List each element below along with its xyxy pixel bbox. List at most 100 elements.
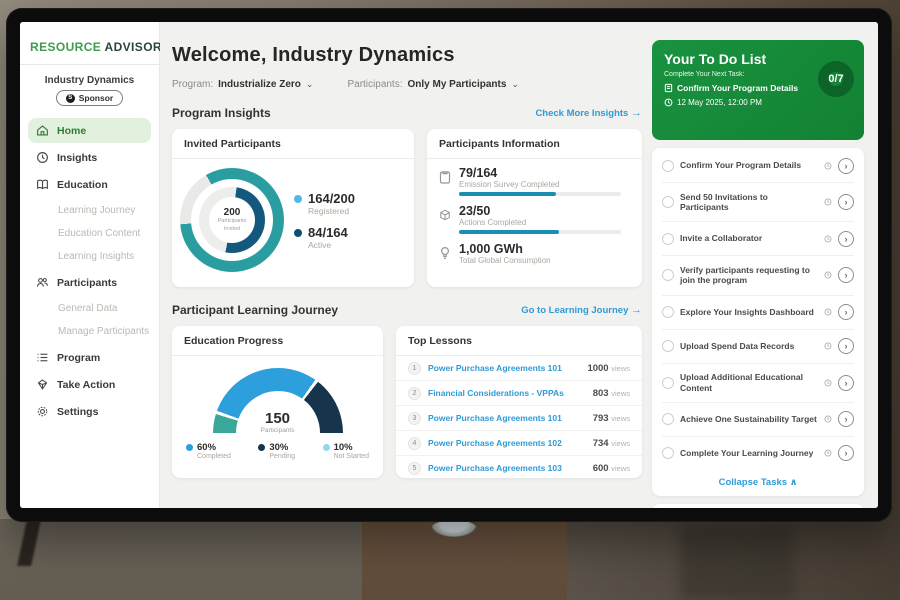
task-open-button[interactable]: › (838, 231, 854, 247)
sidebar-item-participants[interactable]: Participants (28, 270, 151, 295)
sidebar-item-label: Education (57, 179, 108, 191)
gauge-legend: 60%Completed 30%Pending 10%Not Started (172, 434, 383, 460)
settings-icon (36, 405, 49, 418)
task-checkbox[interactable] (662, 377, 674, 389)
page-title: Welcome, Industry Dynamics (172, 44, 642, 67)
dashboard-screen: RESOURCE ADVISOR+ Industry Dynamics S Sp… (20, 22, 878, 508)
todo-summary-card: Your To Do List Complete Your Next Task:… (652, 40, 864, 140)
insights-icon (36, 151, 49, 164)
program-selector[interactable]: Program: Industrialize Zero ⌄ (172, 79, 313, 90)
task-open-button[interactable]: › (838, 375, 854, 391)
stat-actions-completed: 23/50 Actions Completed (439, 204, 630, 234)
lesson-link[interactable]: Power Purchase Agreements 103 (428, 463, 586, 473)
deadline-icon (824, 235, 832, 243)
deadline-icon (824, 198, 832, 206)
rank-badge: 1 (408, 362, 421, 375)
program-label: Program: (172, 79, 213, 90)
check-more-insights-link[interactable]: Check More Insights → (535, 107, 642, 119)
participants-information-card: Participants Information 79/164 Emission… (427, 129, 642, 287)
sidebar-item-education-content[interactable]: Education Content (20, 222, 159, 245)
task-row: Explore Your Insights Dashboard › (662, 296, 854, 330)
task-doc-icon (664, 83, 673, 93)
lesson-link[interactable]: Financial Considerations - VPPAs (428, 388, 586, 398)
task-row: Achieve One Sustainability Target › (662, 403, 854, 437)
lesson-link[interactable]: Power Purchase Agreements 101 (428, 413, 586, 423)
sidebar-item-education[interactable]: Education (28, 172, 151, 197)
take-action-icon (36, 378, 49, 391)
stat-emission-survey: 79/164 Emission Survey Completed (439, 166, 630, 196)
task-open-button[interactable]: › (838, 267, 854, 283)
task-open-button[interactable]: › (838, 411, 854, 427)
task-row: Complete Your Learning Journey › (662, 437, 854, 470)
sidebar-item-program[interactable]: Program (28, 345, 151, 370)
sponsor-badge-label: Sponsor (79, 93, 113, 103)
task-checkbox[interactable] (662, 196, 674, 208)
pending-dot-icon (258, 444, 265, 451)
donut-center-label: Participants Invited (209, 218, 255, 232)
emission-survey-progress (459, 192, 621, 196)
task-open-button[interactable]: › (838, 158, 854, 174)
sidebar-item-insights[interactable]: Insights (28, 145, 151, 170)
task-checkbox[interactable] (662, 447, 674, 459)
monitor-bezel: RESOURCE ADVISOR+ Industry Dynamics S Sp… (6, 8, 892, 522)
deadline-icon (824, 449, 832, 457)
card-title: Participants Information (427, 129, 642, 159)
task-open-button[interactable]: › (838, 194, 854, 210)
sidebar-item-settings[interactable]: Settings (28, 399, 151, 424)
sponsor-badge: S Sponsor (56, 90, 123, 106)
education-icon (36, 178, 49, 191)
lesson-link[interactable]: Power Purchase Agreements 102 (428, 438, 586, 448)
task-row: Upload Spend Data Records › (662, 330, 854, 364)
sidebar-item-learning-insights[interactable]: Learning Insights (20, 245, 159, 268)
chevron-down-icon: ⌄ (306, 79, 314, 90)
go-to-learning-journey-link[interactable]: Go to Learning Journey → (521, 304, 642, 316)
sidebar-item-take-action[interactable]: Take Action (28, 372, 151, 397)
lesson-link[interactable]: Power Purchase Agreements 101 (428, 363, 580, 373)
lesson-row: 4 Power Purchase Agreements 102 734 view… (396, 431, 642, 456)
legend-completed: 60%Completed (186, 442, 231, 460)
stat-global-consumption: 1,000 GWh Total Global Consumption (439, 242, 630, 268)
task-checkbox[interactable] (662, 306, 674, 318)
main-content: Welcome, Industry Dynamics Program: Indu… (160, 22, 878, 508)
task-open-button[interactable]: › (838, 445, 854, 461)
participants-icon (36, 276, 49, 289)
arrow-right-icon: → (631, 304, 642, 316)
invited-participants-donut-chart: 200 Participants Invited (180, 168, 284, 272)
chevron-up-icon: ∧ (790, 477, 798, 488)
lesson-row: 3 Power Purchase Agreements 101 793 view… (396, 406, 642, 431)
sidebar-item-manage-participants[interactable]: Manage Participants (20, 320, 159, 343)
legend-registered: 164/200 Registered (294, 191, 355, 216)
sidebar-item-label: Settings (57, 406, 98, 418)
deadline-icon (824, 308, 832, 316)
task-row: Send 50 Invitations to Participants › (662, 183, 854, 222)
donut-center-value: 200 (224, 207, 241, 218)
task-checkbox[interactable] (662, 413, 674, 425)
legend-not-started: 10%Not Started (323, 442, 369, 460)
task-checkbox[interactable] (662, 160, 674, 172)
todo-tasks-card: Confirm Your Program Details › Send 50 I… (652, 148, 864, 496)
sidebar-item-home[interactable]: Home (28, 118, 151, 143)
task-open-button[interactable]: › (838, 304, 854, 320)
participants-selector[interactable]: Participants: Only My Participants ⌄ (347, 79, 519, 90)
learning-journey-title: Participant Learning Journey (172, 303, 338, 317)
home-icon (36, 124, 49, 137)
donut-legend: 164/200 Registered 84/164 Active (294, 182, 355, 259)
actions-progress (459, 230, 621, 234)
sidebar-item-label: Program (57, 352, 100, 364)
deadline-icon (824, 271, 832, 279)
collapse-tasks-link[interactable]: Collapse Tasks ∧ (662, 470, 854, 494)
task-checkbox[interactable] (662, 269, 674, 281)
recent-news-card: Recent News (652, 504, 864, 508)
task-checkbox[interactable] (662, 233, 674, 245)
task-row: Confirm Your Program Details › (662, 149, 854, 183)
sidebar-item-label: Take Action (57, 379, 115, 391)
sponsor-icon: S (66, 94, 75, 103)
sidebar-item-learning-journey[interactable]: Learning Journey (20, 199, 159, 222)
sidebar-item-general-data[interactable]: General Data (20, 297, 159, 320)
program-value: Industrialize Zero (218, 79, 301, 90)
task-checkbox[interactable] (662, 340, 674, 352)
task-row: Verify participants requesting to join t… (662, 256, 854, 295)
task-open-button[interactable]: › (838, 338, 854, 354)
sidebar-item-label: Insights (57, 152, 97, 164)
todo-counter: 0/7 (828, 73, 843, 85)
